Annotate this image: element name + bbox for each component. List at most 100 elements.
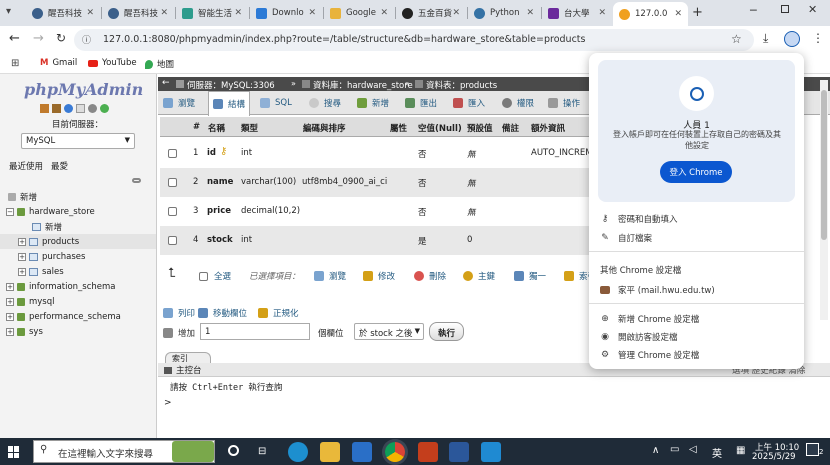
tree-table-sales[interactable]: + sales	[18, 264, 64, 279]
tab-operations[interactable]: 操作	[548, 91, 580, 115]
url-text[interactable]: 127.0.0.1:8080/phpmyadmin/index.php?rout…	[103, 34, 585, 45]
browser-tab-active[interactable]: 127.0.0 ✕	[613, 2, 688, 26]
tree-table-products[interactable]: + products	[0, 234, 156, 249]
console-prompt[interactable]: >	[164, 398, 172, 408]
menu-kebab-icon[interactable]: ⋮	[812, 31, 824, 45]
bulk-edit-button[interactable]: 修改	[363, 270, 395, 282]
col-header-extra[interactable]: 額外資訊	[531, 122, 565, 134]
browser-tab[interactable]: 醒吾科技 ✕	[26, 3, 100, 23]
tab-close-icon[interactable]: ✕	[160, 8, 168, 18]
tree-db-hardware-store[interactable]: − hardware_store	[6, 204, 95, 219]
tree-db-mysql[interactable]: + mysql	[6, 294, 55, 309]
edge-icon[interactable]	[288, 442, 308, 462]
breadcrumb-arrow-icon[interactable]: ←	[162, 78, 170, 88]
network-icon[interactable]: ▭	[670, 444, 679, 455]
column-name[interactable]: price	[207, 206, 231, 216]
go-button[interactable]: 執行	[429, 322, 464, 341]
tab-close-icon[interactable]: ✕	[234, 8, 242, 18]
bookmark-maps[interactable]: 地圖	[145, 58, 174, 70]
restore-button[interactable]	[781, 5, 789, 13]
tab-close-icon[interactable]: ✕	[308, 8, 316, 18]
link-icon[interactable]	[132, 178, 141, 183]
windows-start-icon[interactable]	[8, 446, 20, 458]
tree-db-sys[interactable]: + sys	[6, 324, 43, 339]
tab-close-icon[interactable]: ✕	[526, 8, 534, 18]
apps-grid-icon[interactable]: ⊞	[11, 58, 19, 69]
browser-tab[interactable]: 五金百貨 ✕	[396, 3, 466, 23]
tab-close-icon[interactable]: ✕	[380, 8, 388, 18]
row-checkbox[interactable]	[168, 149, 177, 158]
browser-tab[interactable]: Python ✕	[468, 3, 540, 23]
server-select[interactable]: MySQL ▼	[21, 133, 135, 149]
logout-icon[interactable]	[52, 104, 61, 113]
column-name[interactable]: id	[207, 148, 216, 158]
add-columns-input[interactable]: 1	[200, 323, 310, 340]
phpmyadmin-logo[interactable]: phpMyAdmin	[24, 80, 143, 99]
browser-tab[interactable]: 醒吾科技 ✕	[102, 3, 174, 23]
manage-profiles-item[interactable]: ⚙ 管理 Chrome 設定檔	[589, 346, 804, 364]
chrome-icon[interactable]	[385, 442, 405, 462]
column-name[interactable]: stock	[207, 235, 233, 245]
row-checkbox[interactable]	[168, 178, 177, 187]
tab-structure[interactable]: 結構	[208, 91, 251, 116]
col-header-default[interactable]: 預設值	[467, 122, 493, 134]
browser-tab[interactable]: 智能生活 ✕	[176, 3, 248, 23]
select-all[interactable]: 全選	[199, 270, 231, 282]
row-checkbox[interactable]	[168, 236, 177, 245]
tree-db-information-schema[interactable]: + information_schema	[6, 279, 116, 294]
ime-mode-icon[interactable]: ▦	[736, 445, 745, 456]
scrollbar-thumb[interactable]	[821, 90, 827, 240]
guest-profile-item[interactable]: ◉ 開啟訪客設定檔	[589, 328, 804, 346]
tab-close-icon[interactable]: ✕	[674, 9, 682, 19]
tab-close-icon[interactable]: ✕	[598, 8, 606, 18]
word-icon[interactable]	[449, 442, 469, 462]
docs-icon[interactable]	[76, 104, 85, 113]
back-icon[interactable]: ←	[9, 31, 20, 46]
tray-chevron-icon[interactable]: ∧	[652, 445, 659, 456]
reload-nav-icon[interactable]	[100, 104, 109, 113]
tab-close-icon[interactable]: ✕	[452, 8, 460, 18]
indexes-tab[interactable]: 索引	[165, 352, 211, 363]
expand-icon[interactable]: +	[18, 237, 26, 246]
tab-insert[interactable]: 新增	[357, 91, 389, 115]
col-header-type[interactable]: 類型	[241, 122, 258, 134]
site-info-icon[interactable]: ⓘ	[82, 33, 91, 46]
expand-icon[interactable]: +	[18, 267, 26, 276]
move-columns-link[interactable]: 移動欄位	[198, 307, 247, 319]
tree-db-performance-schema[interactable]: + performance_schema	[6, 309, 121, 324]
tab-import[interactable]: 匯入	[453, 91, 485, 115]
col-header-attributes[interactable]: 屬性	[390, 122, 407, 134]
column-name[interactable]: name	[207, 177, 233, 187]
tab-close-icon[interactable]: ✕	[86, 8, 94, 18]
close-window-button[interactable]: ✕	[808, 3, 817, 16]
collapse-icon[interactable]: −	[6, 207, 14, 216]
bookmark-youtube[interactable]: YouTube	[88, 58, 137, 68]
breadcrumb-server[interactable]: 伺服器：MySQL:3306	[176, 79, 275, 91]
powerpoint-icon[interactable]	[418, 442, 438, 462]
col-header-collation[interactable]: 編碼與排序	[303, 122, 346, 134]
col-header-null[interactable]: 空值(Null)	[418, 122, 462, 134]
tab-sql[interactable]: SQL	[260, 91, 292, 115]
passwords-autofill-item[interactable]: ⚷ 密碼和自動填入	[589, 210, 804, 228]
bulk-primary-button[interactable]: 主鍵	[463, 270, 495, 282]
tree-new-table[interactable]: 新增	[32, 219, 62, 234]
profile-icon[interactable]	[784, 31, 800, 47]
download-icon[interactable]: ⤓	[763, 31, 768, 46]
tree-table-purchases[interactable]: + purchases	[18, 249, 85, 264]
customize-profile-item[interactable]: ✎ 自訂檔案	[589, 229, 804, 247]
help-icon[interactable]	[64, 104, 73, 113]
minimize-button[interactable]: ─	[750, 4, 757, 17]
browser-tab[interactable]: 台大學 ✕	[542, 3, 612, 23]
widgets-icon[interactable]: ⊟	[258, 446, 266, 457]
tab-search[interactable]: 搜尋	[309, 91, 341, 115]
expand-icon[interactable]: +	[6, 282, 14, 291]
print-link[interactable]: 列印	[163, 307, 195, 319]
add-profile-item[interactable]: ⊕ 新增 Chrome 設定檔	[589, 310, 804, 328]
bulk-delete-button[interactable]: 刪除	[414, 270, 446, 282]
expand-icon[interactable]: +	[18, 252, 26, 261]
task-view-icon[interactable]	[228, 445, 239, 456]
normalize-link[interactable]: 正規化	[258, 307, 299, 319]
expand-icon[interactable]: +	[6, 327, 14, 336]
recent-tab[interactable]: 最近使用	[9, 160, 43, 172]
forward-icon[interactable]: →	[33, 31, 44, 46]
